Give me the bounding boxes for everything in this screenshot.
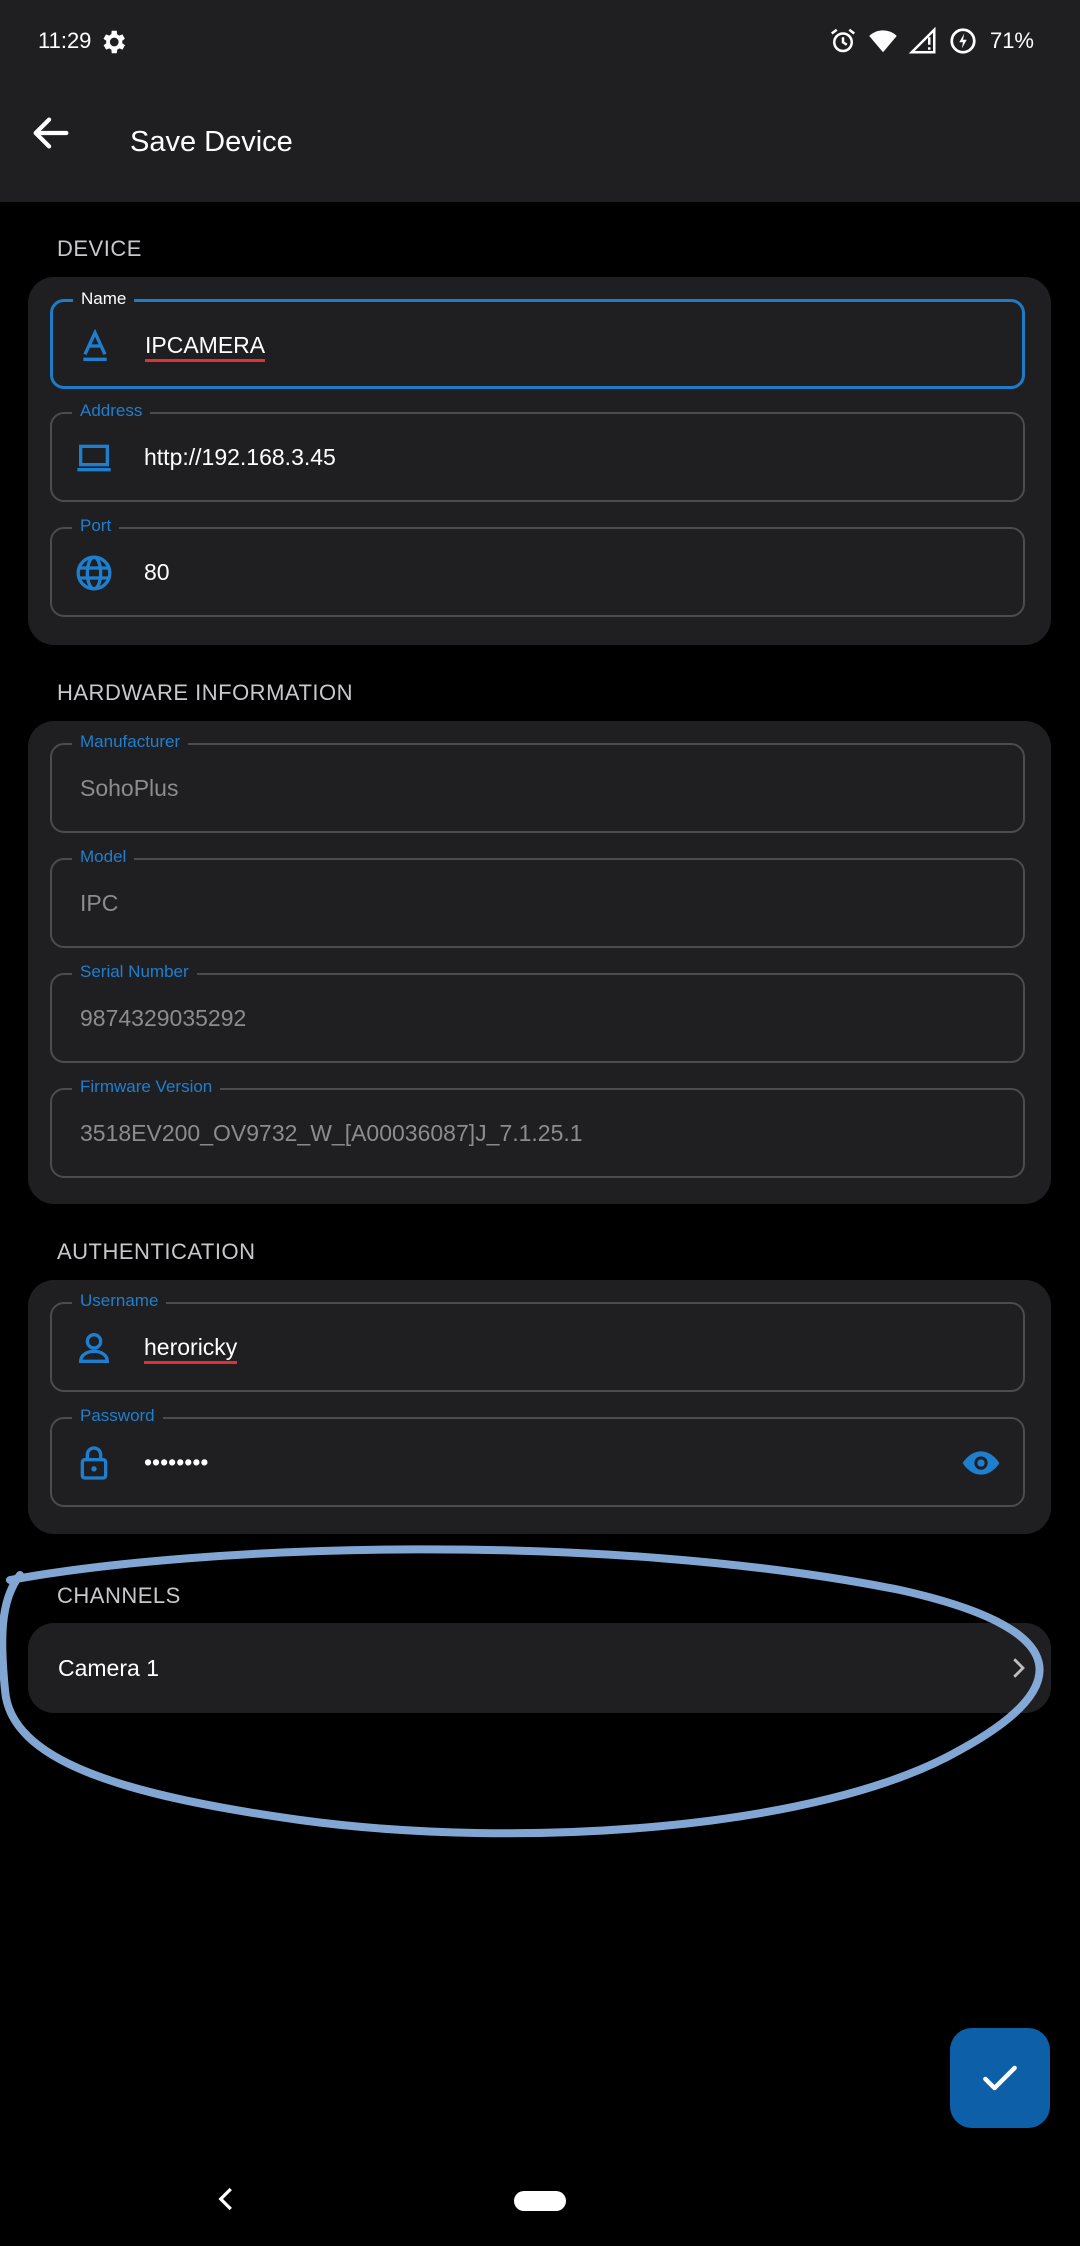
globe-icon [76, 555, 112, 591]
username-field-value[interactable]: heroricky [144, 1334, 238, 1364]
model-field-value: IPC [80, 890, 119, 916]
nav-home-pill[interactable] [514, 2191, 566, 2211]
auth-card: Username heroricky Password •••••••• [28, 1280, 1051, 1534]
nav-back-icon[interactable] [212, 2184, 242, 2214]
username-field-label: Username [72, 1291, 167, 1311]
battery-percent: 71% [989, 28, 1034, 53]
device-card: Name IPCAMERA Address http://192.168.3.4… [28, 277, 1051, 645]
password-field[interactable]: Password •••••••• [50, 1406, 1025, 1507]
firmware-version-field-value: 3518EV200_OV9732_W_[A00036087]J_7.1.25.1 [80, 1120, 583, 1146]
firmware-version-field: Firmware Version 3518EV200_OV9732_W_[A00… [50, 1077, 1025, 1178]
wifi-icon [869, 30, 897, 53]
serial-number-field-label: Serial Number [72, 962, 197, 982]
alarm-icon [830, 28, 855, 53]
save-fab-button[interactable] [950, 2028, 1050, 2128]
name-field-label: Name [73, 289, 135, 309]
status-bar: 11:29 71% [0, 0, 1080, 86]
channel-item-label: Camera 1 [58, 1655, 159, 1681]
hardware-card: Manufacturer SohoPlus Model IPC Serial N… [28, 721, 1051, 1204]
name-field-value[interactable]: IPCAMERA [145, 332, 266, 362]
battery-saver-icon [950, 28, 976, 54]
lock-icon [80, 1446, 108, 1480]
status-time: 11:29 [38, 28, 92, 53]
manufacturer-field: Manufacturer SohoPlus [50, 732, 1025, 833]
port-field[interactable]: Port 80 [50, 516, 1025, 617]
firmware-version-field-label: Firmware Version [72, 1077, 221, 1097]
port-field-label: Port [72, 516, 120, 536]
page-title: Save Device [130, 126, 293, 158]
check-icon [983, 2065, 1017, 2091]
app-bar: Save Device [0, 86, 1080, 202]
address-field-value[interactable]: http://192.168.3.45 [144, 444, 336, 471]
back-arrow-icon[interactable] [28, 110, 74, 156]
section-auth-label: AUTHENTICATION [57, 1239, 256, 1264]
name-field[interactable]: Name IPCAMERA [50, 289, 1025, 389]
manufacturer-field-value: SohoPlus [80, 775, 179, 801]
text-format-icon [83, 328, 107, 361]
serial-number-field-value: 9874329035292 [80, 1005, 247, 1031]
section-channels-label: CHANNELS [57, 1583, 181, 1608]
cell-signal-icon [908, 26, 936, 54]
username-field[interactable]: Username heroricky [50, 1291, 1025, 1392]
address-field-label: Address [72, 401, 151, 421]
section-device-label: DEVICE [57, 236, 142, 261]
eye-icon[interactable] [959, 1443, 1003, 1483]
model-field-label: Model [72, 847, 135, 867]
model-field: Model IPC [50, 847, 1025, 948]
gear-icon [103, 30, 125, 54]
serial-number-field: Serial Number 9874329035292 [50, 962, 1025, 1063]
chevron-right-icon [1013, 1658, 1025, 1678]
password-field-value[interactable]: •••••••• [144, 1449, 208, 1476]
port-field-value[interactable]: 80 [144, 559, 170, 586]
channel-item-camera-1[interactable]: Camera 1 [28, 1623, 1051, 1713]
manufacturer-field-label: Manufacturer [72, 732, 189, 752]
laptop-icon [77, 444, 111, 472]
section-hardware-label: HARDWARE INFORMATION [57, 680, 353, 705]
person-icon [78, 1333, 110, 1363]
address-field[interactable]: Address http://192.168.3.45 [50, 401, 1025, 502]
password-field-label: Password [72, 1406, 163, 1426]
